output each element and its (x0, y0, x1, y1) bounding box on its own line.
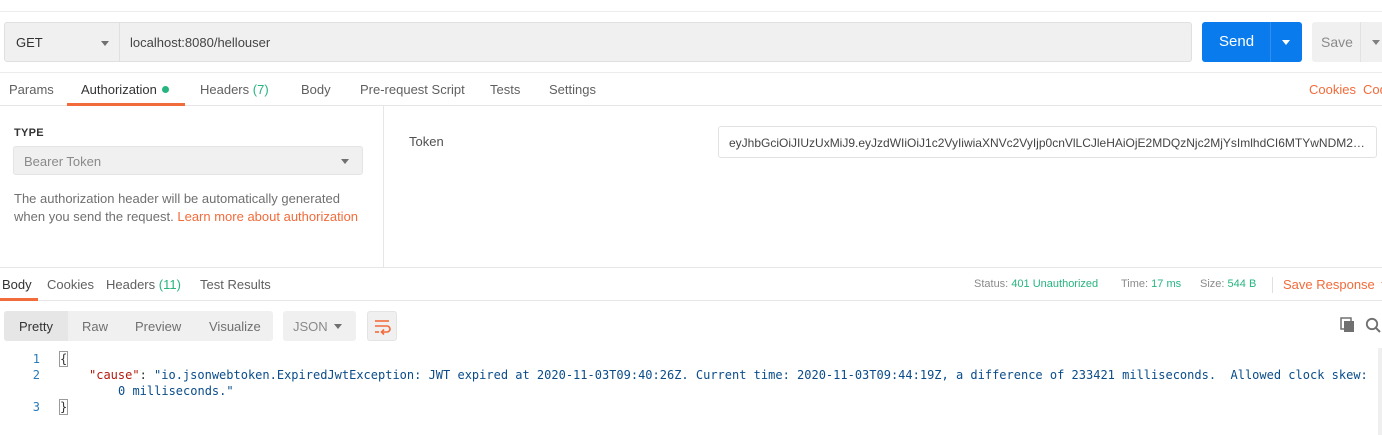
time-value: 17 ms (1151, 278, 1182, 290)
json-value-continued: 0 milliseconds." (118, 384, 234, 398)
tab-response-body[interactable]: Body (2, 277, 32, 292)
view-raw-button[interactable]: Raw (82, 311, 108, 341)
url-input[interactable]: localhost:8080/hellouser (120, 22, 1192, 62)
wrap-lines-button[interactable] (367, 311, 397, 341)
divider (1272, 277, 1273, 293)
send-options-chevron-icon[interactable] (1282, 40, 1290, 45)
json-value: "io.jsonwebtoken.ExpiredJwtException: JW… (154, 368, 1368, 382)
json-key: "cause" (89, 368, 140, 382)
size-value: 544 B (1227, 278, 1257, 290)
method-select[interactable]: GET (4, 22, 120, 62)
method-label: GET (16, 35, 43, 50)
auth-type-value: Bearer Token (24, 154, 102, 169)
response-tabs: Body Cookies Headers (11) Test Results S… (0, 267, 1382, 301)
view-pretty-button[interactable]: Pretty (4, 311, 68, 341)
save-options-chevron-icon[interactable] (1372, 40, 1380, 45)
line-number: 2 (32, 368, 40, 382)
auth-token-panel: Token eyJhbGciOiJIUzUxMiJ9.eyJzdWIiOiJ1c… (384, 106, 1382, 268)
send-label: Send (1219, 33, 1255, 50)
tab-headers[interactable]: Headers (7) (200, 82, 269, 97)
type-label: TYPE (14, 127, 44, 139)
line-number: 1 (32, 352, 40, 366)
wrap-icon (375, 320, 391, 336)
line-number: 3 (32, 400, 40, 414)
time-meta: Time: 17 ms (1121, 278, 1182, 290)
view-mode-group: Pretty Raw Preview Visualize (4, 311, 273, 341)
view-preview-button[interactable]: Preview (135, 311, 181, 341)
tab-params[interactable]: Params (9, 82, 54, 97)
chevron-down-icon (334, 324, 342, 329)
active-dot-icon (161, 86, 169, 93)
url-value: localhost:8080/hellouser (130, 35, 271, 50)
tab-test-results[interactable]: Test Results (200, 277, 271, 292)
tab-response-cookies[interactable]: Cookies (47, 277, 94, 292)
view-visualize-button[interactable]: Visualize (209, 311, 261, 341)
tab-tests[interactable]: Tests (490, 82, 520, 97)
request-tabs: Params Authorization Headers (7) Body Pr… (0, 72, 1382, 106)
json-line: "cause": "io.jsonwebtoken.ExpiredJwtExce… (89, 368, 1368, 382)
chevron-down-icon (101, 41, 109, 46)
active-tab-indicator (0, 298, 38, 301)
auth-description: The authorization header will be automat… (14, 191, 359, 224)
token-value: eyJhbGciOiJIUzUxMiJ9.eyJzdWIiOiJ1c2VyIiw… (729, 136, 1369, 150)
save-response-button[interactable]: Save Response (1283, 277, 1382, 292)
send-button[interactable]: Send (1202, 22, 1302, 62)
status-value: 401 Unauthorized (1011, 278, 1099, 290)
tab-settings[interactable]: Settings (549, 82, 596, 97)
search-icon[interactable] (1364, 316, 1382, 334)
chevron-down-icon (341, 159, 349, 164)
status-meta: Status: 401 Unauthorized (974, 278, 1099, 290)
top-strip (0, 0, 1382, 12)
save-label: Save (1321, 34, 1353, 50)
token-label: Token (409, 134, 444, 149)
open-brace: { (58, 351, 69, 367)
auth-type-select[interactable]: Bearer Token (13, 146, 363, 175)
size-meta: Size: 544 B (1200, 278, 1257, 290)
format-select[interactable]: JSON (283, 311, 356, 341)
format-value: JSON (293, 319, 328, 334)
auth-type-panel: TYPE Bearer Token The authorization head… (0, 106, 384, 268)
save-split-divider (1360, 22, 1361, 62)
code-link[interactable]: Code (1363, 82, 1382, 97)
response-body-code[interactable]: 1 2 3 { "cause": "io.jsonwebtoken.Expire… (0, 348, 1382, 435)
close-brace: } (58, 399, 69, 415)
send-split-divider (1270, 22, 1271, 62)
tab-authorization[interactable]: Authorization (81, 82, 169, 97)
cookies-link[interactable]: Cookies (1309, 82, 1356, 97)
scrollbar[interactable] (1378, 348, 1382, 435)
copy-icon[interactable] (1339, 316, 1357, 334)
token-input[interactable]: eyJhbGciOiJIUzUxMiJ9.eyJzdWIiOiJ1c2VyIiw… (718, 126, 1377, 158)
tab-response-headers[interactable]: Headers (11) (106, 277, 181, 292)
learn-more-link[interactable]: Learn more about authorization (177, 209, 358, 224)
tab-body[interactable]: Body (301, 82, 331, 97)
tab-pre-request-script[interactable]: Pre-request Script (360, 82, 465, 97)
save-button[interactable]: Save (1312, 22, 1382, 62)
